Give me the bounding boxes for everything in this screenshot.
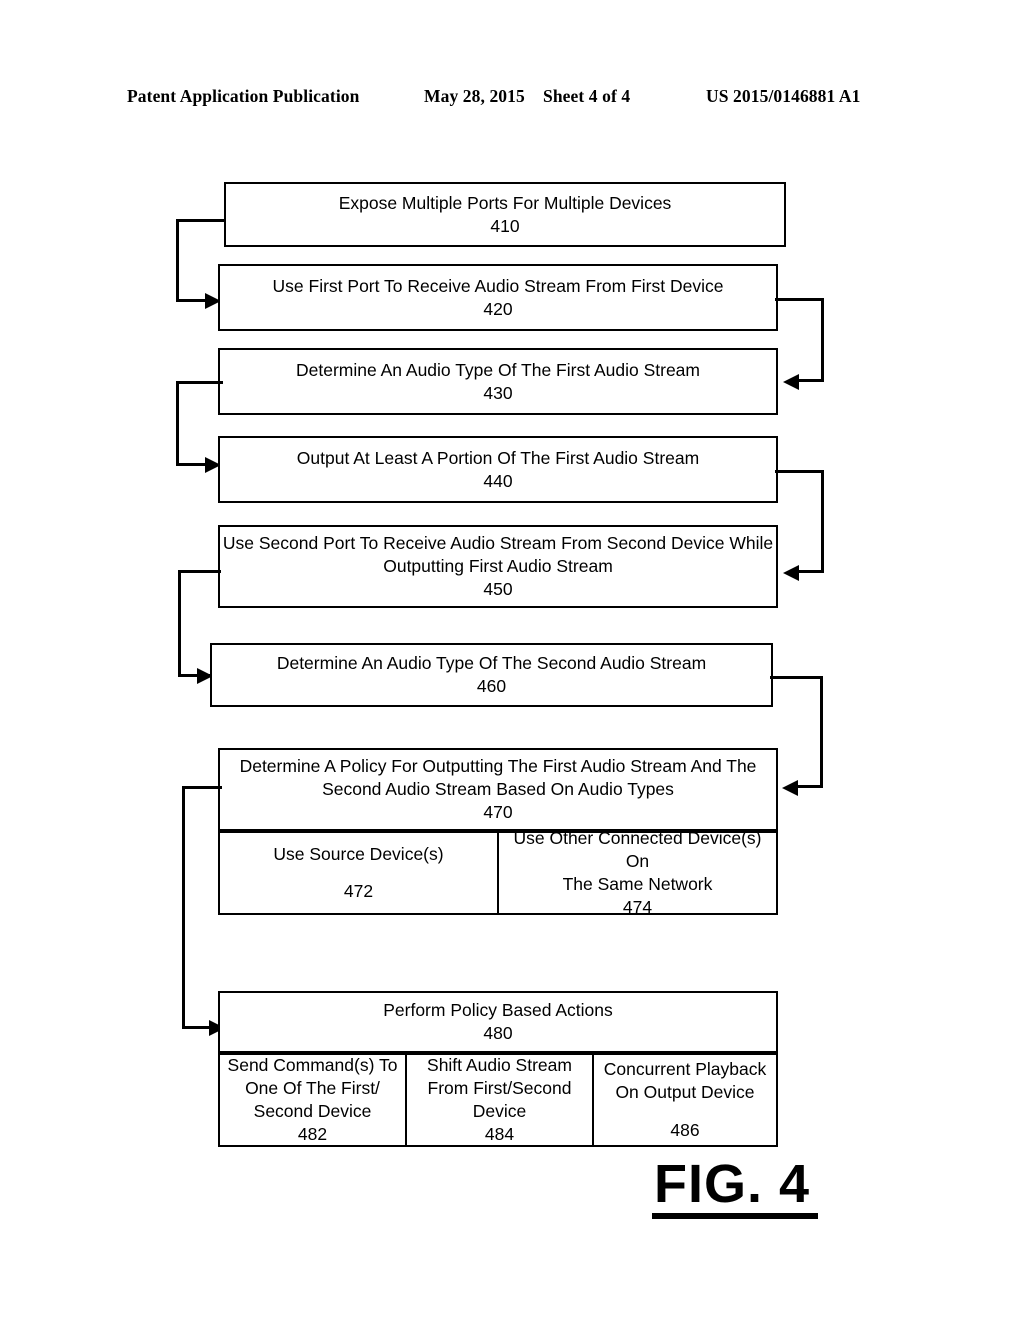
flow-step-420-number: 420 bbox=[483, 298, 513, 319]
connector-420-430-h2 bbox=[797, 379, 824, 382]
connector-470-480-v bbox=[182, 786, 185, 1029]
flow-substep-482-text-line-3: Second Device bbox=[253, 1101, 372, 1121]
connector-450-460-h1 bbox=[178, 570, 221, 573]
flow-step-470-text-line-2: Second Audio Stream Based On Audio Types bbox=[322, 779, 674, 800]
flow-substep-482: Send Command(s) To One Of The First/ Sec… bbox=[218, 1053, 407, 1147]
flow-substep-484-number: 484 bbox=[484, 1124, 515, 1145]
flow-step-450: Use Second Port To Receive Audio Stream … bbox=[218, 525, 778, 608]
connector-460-470-arrowhead bbox=[782, 780, 798, 796]
flow-substep-482-text-line-2: One Of The First/ bbox=[245, 1077, 380, 1098]
flow-substep-484: Shift Audio Stream From First/Second Dev… bbox=[405, 1053, 594, 1147]
connector-440-450-h1 bbox=[775, 470, 824, 473]
flow-step-430-text: Determine An Audio Type Of The First Aud… bbox=[295, 359, 700, 380]
connector-460-470-h1 bbox=[770, 676, 823, 679]
flow-substep-486: Concurrent Playback On Output Device 486 bbox=[592, 1053, 778, 1147]
flow-substep-472-text: Use Source Device(s) bbox=[273, 843, 444, 864]
flow-substep-472: Use Source Device(s) 472 bbox=[218, 831, 499, 915]
connector-420-430-arrowhead bbox=[783, 374, 799, 390]
connector-410-420-h1 bbox=[176, 219, 226, 222]
flow-substep-484-text-line-1: Shift Audio Stream bbox=[427, 1054, 572, 1075]
flow-step-420: Use First Port To Receive Audio Stream F… bbox=[218, 264, 778, 331]
flow-step-420-text: Use First Port To Receive Audio Stream F… bbox=[272, 275, 724, 296]
flow-substep-486-text-line-2: On Output Device bbox=[615, 1082, 755, 1103]
flow-step-410: Expose Multiple Ports For Multiple Devic… bbox=[224, 182, 786, 247]
flow-step-450-text-line-1: Use Second Port To Receive Audio Stream … bbox=[222, 533, 774, 554]
flow-substep-472-number: 472 bbox=[343, 881, 374, 901]
connector-440-450-h2 bbox=[797, 570, 824, 573]
flow-step-440-text: Output At Least A Portion Of The First A… bbox=[296, 447, 700, 468]
figure-caption-underline bbox=[652, 1213, 818, 1219]
flow-step-460-text: Determine An Audio Type Of The Second Au… bbox=[276, 653, 707, 674]
flow-step-450-number: 450 bbox=[483, 578, 513, 599]
flow-substep-484-text-line-2: From First/Second bbox=[427, 1077, 572, 1098]
flow-step-470-text-line-1: Determine A Policy For Outputting The Fi… bbox=[239, 756, 757, 777]
flow-step-450-text-line-2: Outputting First Audio Stream bbox=[383, 556, 613, 577]
flow-substep-484-text-line-3: Device bbox=[472, 1101, 527, 1121]
connector-410-420-v bbox=[176, 219, 179, 302]
flow-step-470-number: 470 bbox=[483, 801, 513, 822]
flow-substep-474-text-line-1: Use Other Connected Device(s) On bbox=[513, 827, 762, 871]
flow-substep-482-text-line-1: Send Command(s) To bbox=[227, 1054, 398, 1075]
figure-caption: FIG. 4 bbox=[654, 1154, 811, 1214]
flow-substep-486-text-line-1: Concurrent Playback bbox=[603, 1059, 767, 1080]
flow-substep-482-number: 482 bbox=[297, 1124, 328, 1145]
flow-step-410-number: 410 bbox=[490, 215, 520, 236]
flow-step-430-number: 430 bbox=[483, 382, 513, 403]
connector-450-460-v bbox=[178, 570, 181, 677]
flow-step-480: Perform Policy Based Actions 480 bbox=[218, 991, 778, 1054]
flow-step-480-number: 480 bbox=[483, 1023, 513, 1043]
flow-substep-474-text-line-2: The Same Network bbox=[562, 874, 713, 894]
connector-430-440-v bbox=[176, 381, 179, 466]
connector-460-470-v bbox=[820, 676, 823, 788]
connector-420-430-h1 bbox=[775, 298, 824, 301]
flow-step-460: Determine An Audio Type Of The Second Au… bbox=[210, 643, 773, 707]
flow-substep-474: Use Other Connected Device(s) On The Sam… bbox=[497, 828, 778, 917]
flow-step-440-number: 440 bbox=[483, 470, 513, 491]
connector-460-470-h2 bbox=[796, 785, 823, 788]
connector-430-440-h1 bbox=[176, 381, 223, 384]
flow-substep-474-number: 474 bbox=[622, 897, 653, 918]
flow-step-440: Output At Least A Portion Of The First A… bbox=[218, 436, 778, 503]
connector-440-450-arrowhead bbox=[783, 565, 799, 581]
flow-step-430: Determine An Audio Type Of The First Aud… bbox=[218, 348, 778, 415]
flow-step-480-text: Perform Policy Based Actions bbox=[383, 1000, 613, 1021]
flow-step-460-number: 460 bbox=[476, 676, 507, 696]
flow-step-470: Determine A Policy For Outputting The Fi… bbox=[218, 748, 778, 832]
flowchart-diagram: Expose Multiple Ports For Multiple Devic… bbox=[0, 0, 1024, 1320]
connector-420-430-v bbox=[821, 298, 824, 382]
flow-step-410-text: Expose Multiple Ports For Multiple Devic… bbox=[338, 192, 672, 213]
flow-substep-486-number: 486 bbox=[670, 1119, 700, 1140]
connector-440-450-v bbox=[821, 470, 824, 573]
connector-470-480-h1 bbox=[182, 786, 222, 789]
